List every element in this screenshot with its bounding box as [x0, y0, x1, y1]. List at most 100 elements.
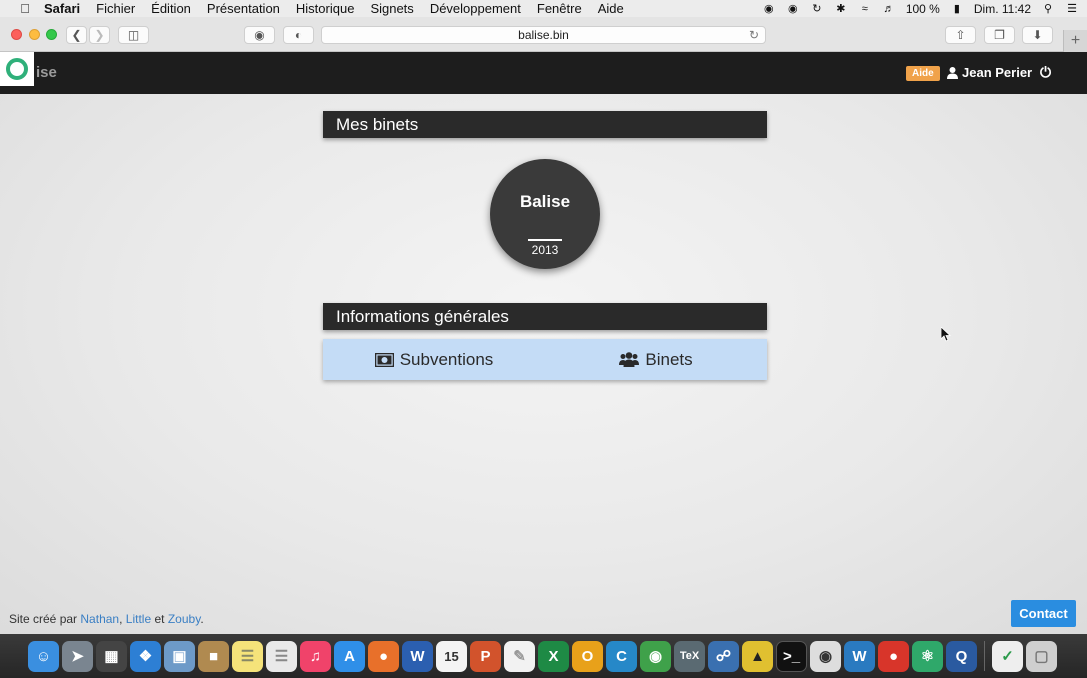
- tabs-overview-button[interactable]: ❐: [984, 26, 1015, 44]
- minimize-window-button[interactable]: [29, 29, 40, 40]
- grammarly-icon[interactable]: ◉: [786, 2, 800, 16]
- onenote-icon[interactable]: O: [572, 640, 603, 672]
- notification-center-icon[interactable]: ☰: [1065, 2, 1079, 16]
- textedit-icon[interactable]: ✎: [504, 640, 535, 672]
- menu-fenetre[interactable]: Fenêtre: [537, 1, 582, 16]
- binets-link[interactable]: Binets: [545, 339, 767, 380]
- pinta-icon[interactable]: ▲: [742, 640, 773, 672]
- globe-icon[interactable]: ◉: [640, 640, 671, 672]
- credits-and: et: [154, 612, 165, 626]
- volume-icon[interactable]: ♬: [882, 2, 896, 16]
- user-name: Jean Perier: [962, 65, 1033, 80]
- wifi-icon[interactable]: ≈: [858, 2, 872, 16]
- extension-button-2[interactable]: ◐: [283, 26, 314, 44]
- codeblocks-icon[interactable]: C: [606, 640, 637, 672]
- status-area: ◉ ◉ ↻ ✱ ≈ ♬ 100 % ▮ Dim. 11:42 ⚲ ☰: [762, 0, 1079, 17]
- itunes-icon[interactable]: ♫: [300, 640, 331, 672]
- credits-prefix: Site créé par: [9, 612, 78, 626]
- sidebar-toggle-button[interactable]: ◫: [118, 26, 149, 44]
- balise-logo[interactable]: [0, 52, 34, 86]
- close-window-button[interactable]: [11, 29, 22, 40]
- site-credits: Site créé par Nathan, Little et Zouby.: [9, 612, 204, 626]
- menu-presentation[interactable]: Présentation: [207, 1, 280, 16]
- extension-button-1[interactable]: ◉: [244, 26, 275, 44]
- menu-edition[interactable]: Édition: [151, 1, 191, 16]
- reminders-icon[interactable]: ☰: [266, 640, 297, 672]
- contacts-icon[interactable]: ■: [198, 640, 229, 672]
- back-button[interactable]: ❮: [66, 26, 87, 44]
- downloads-button[interactable]: ⬇: [1022, 26, 1053, 44]
- menu-signets[interactable]: Signets: [370, 1, 413, 16]
- terminal-icon[interactable]: >_: [776, 640, 807, 672]
- launchpad-icon[interactable]: ➤: [62, 640, 93, 672]
- word-icon[interactable]: W: [402, 640, 433, 672]
- preview-icon[interactable]: ▣: [164, 640, 195, 672]
- dock-separator: [984, 641, 985, 671]
- python-icon[interactable]: ☍: [708, 640, 739, 672]
- user-icon: [947, 66, 958, 79]
- binet-card-balise[interactable]: Balise 2013: [490, 159, 600, 269]
- battery-percent[interactable]: 100 %: [906, 2, 940, 16]
- author-link-zouby[interactable]: Zouby: [168, 612, 200, 626]
- menu-app-safari[interactable]: Safari: [44, 1, 80, 16]
- reload-icon[interactable]: ↻: [749, 27, 759, 44]
- download-icon: ⬇: [1032, 28, 1043, 42]
- powerpoint-icon[interactable]: P: [470, 640, 501, 672]
- menu-developpement[interactable]: Développement: [430, 1, 521, 16]
- author-link-nathan[interactable]: Nathan: [80, 612, 119, 626]
- plus-icon: +: [1070, 32, 1081, 49]
- tomato-icon[interactable]: ●: [878, 640, 909, 672]
- author-link-little[interactable]: Little: [126, 612, 151, 626]
- macos-dock: ☺ ➤ ▦ ❖ ▣ ■ ☰ ☰ ♫ A ● W 15 P ✎ X O C ◉ T…: [0, 634, 1087, 678]
- spreadsheet-icon[interactable]: ✓: [992, 640, 1023, 672]
- menu-fichier[interactable]: Fichier: [96, 1, 135, 16]
- mouse-cursor-icon: [941, 327, 951, 342]
- new-tab-button[interactable]: +: [1063, 30, 1087, 52]
- apple-menu-icon[interactable]: : [16, 1, 34, 16]
- record-icon[interactable]: ◉: [762, 2, 776, 16]
- fullscreen-window-button[interactable]: [46, 29, 57, 40]
- menu-historique[interactable]: Historique: [296, 1, 355, 16]
- address-bar[interactable]: balise.bin ↻: [321, 26, 766, 44]
- chevron-left-icon: ❮: [71, 28, 82, 42]
- sidebar-icon: ◫: [127, 28, 140, 42]
- trash-icon[interactable]: ▢: [1026, 640, 1057, 672]
- contact-button[interactable]: Contact: [1011, 600, 1076, 627]
- forward-button[interactable]: ❯: [89, 26, 110, 44]
- chevron-right-icon: ❯: [94, 28, 105, 42]
- menubar-clock[interactable]: Dim. 11:42: [974, 2, 1031, 16]
- atom-icon[interactable]: ⚛: [912, 640, 943, 672]
- mission-control-icon[interactable]: ▦: [96, 640, 127, 672]
- firefox-icon[interactable]: ●: [368, 640, 399, 672]
- mathematica-icon[interactable]: W: [844, 640, 875, 672]
- my-binets-header: Mes binets: [323, 111, 767, 138]
- tex-icon[interactable]: TeX: [674, 640, 705, 672]
- sequel-pro-icon[interactable]: ◉: [810, 640, 841, 672]
- safari-icon[interactable]: ❖: [130, 640, 161, 672]
- share-button[interactable]: ⇧: [945, 26, 976, 44]
- battery-icon: ▮: [953, 2, 960, 15]
- time-machine-icon[interactable]: ↻: [810, 2, 824, 16]
- logout-power-icon[interactable]: ⏻: [1040, 64, 1051, 81]
- help-badge[interactable]: Aide: [906, 66, 940, 81]
- users-icon: [619, 352, 640, 367]
- general-info-links: Subventions Binets: [323, 339, 767, 380]
- main-content: Mes binets Balise 2013 Informations géné…: [0, 94, 1087, 634]
- tabs-icon: ❐: [994, 28, 1005, 42]
- app-store-icon[interactable]: A: [334, 640, 365, 672]
- finder-icon[interactable]: ☺: [28, 640, 59, 672]
- calendar-icon[interactable]: 15: [436, 640, 467, 672]
- excel-icon[interactable]: X: [538, 640, 569, 672]
- user-menu[interactable]: Jean Perier: [947, 65, 1032, 80]
- spotlight-icon[interactable]: ⚲: [1041, 2, 1055, 16]
- url-text: balise.bin: [518, 28, 569, 42]
- subventions-link[interactable]: Subventions: [323, 339, 545, 380]
- subventions-label: Subventions: [399, 349, 494, 369]
- brand-text[interactable]: ise: [36, 64, 57, 81]
- bluetooth-icon[interactable]: ✱: [834, 2, 848, 16]
- quicktime-icon[interactable]: Q: [946, 640, 977, 672]
- binet-divider: [528, 239, 562, 241]
- notes-icon[interactable]: ☰: [232, 640, 263, 672]
- menu-aide[interactable]: Aide: [598, 1, 624, 16]
- safari-toolbar: ❮ ❯ ◫ ◉ ◐ balise.bin ↻ ⇧ ❐ ⬇ +: [0, 17, 1087, 52]
